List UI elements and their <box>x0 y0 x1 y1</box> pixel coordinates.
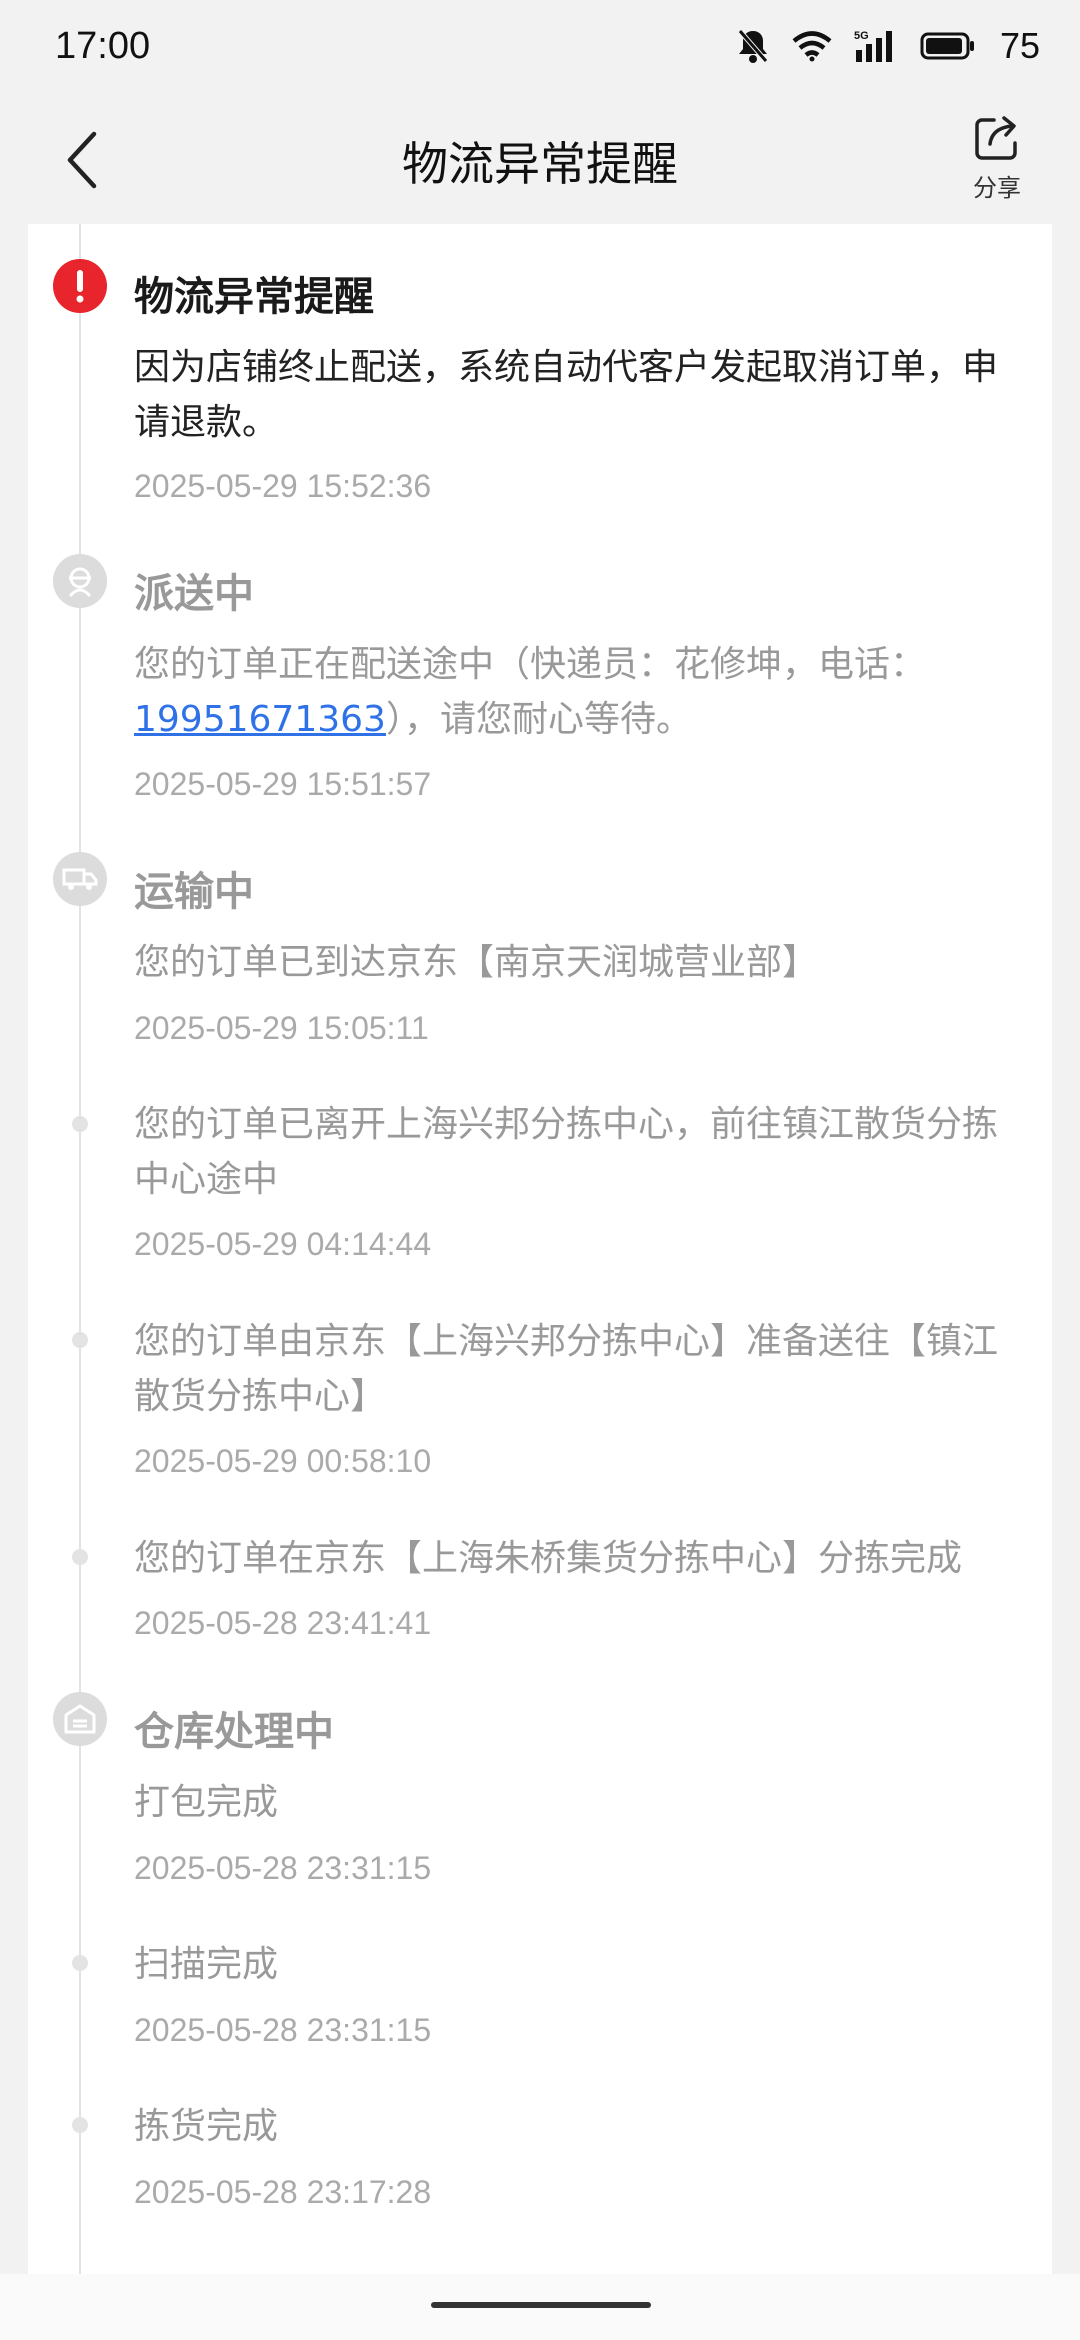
courier-icon <box>53 554 107 608</box>
battery-level: 75 <box>999 25 1040 66</box>
alert-icon <box>53 259 107 313</box>
entry-description: 您的订单正在配送途中（快递员：花修坤，电话： 19951671363），请您耐心等… <box>134 637 1024 747</box>
entry-description: 打包完成 <box>134 1782 279 1823</box>
entry-time: 2025-05-28 23:41:41 <box>134 1605 432 1641</box>
status-bar: 17:00 5G 75 <box>0 0 1080 92</box>
entry-time: 2025-05-29 15:52:36 <box>134 468 432 504</box>
timeline-dot <box>72 1955 88 1971</box>
entry-time: 2025-05-28 23:31:15 <box>134 1850 432 1886</box>
entry-time: 2025-05-29 15:51:57 <box>134 766 432 802</box>
entry-time: 2025-05-28 23:31:15 <box>134 2012 432 2048</box>
timeline-dot <box>72 1332 88 1348</box>
entry-description: 您的订单已到达京东【南京天润城营业部】 <box>134 942 819 983</box>
mute-icon <box>736 27 770 65</box>
entry-description: 您的订单在京东【上海朱桥集货分拣中心】分拣完成 <box>134 1538 963 1579</box>
entry-time: 2025-05-29 15:05:11 <box>134 1010 429 1046</box>
entry-description-prefix: 您的订单正在配送途中（快递员：花修坤，电话： <box>134 644 927 685</box>
timeline-dot <box>72 1549 88 1565</box>
entry-time: 2025-05-28 23:17:28 <box>134 2174 432 2210</box>
home-indicator[interactable] <box>431 2302 651 2308</box>
truck-icon <box>53 852 107 906</box>
entry-description: 拣货完成 <box>134 2106 279 2147</box>
timeline-dot <box>72 1116 88 1132</box>
battery-icon <box>920 31 976 61</box>
page-title: 物流异常提醒 <box>402 137 678 191</box>
status-time: 17:00 <box>55 24 151 67</box>
header: 物流异常提醒 分享 <box>0 100 1080 220</box>
courier-phone-link[interactable]: 19951671363 <box>134 699 386 740</box>
5g-signal-icon: 5G <box>854 28 898 64</box>
status-icons: 5G 75 <box>736 25 1040 67</box>
entry-title: 物流异常提醒 <box>134 274 374 320</box>
share-button[interactable]: 分享 <box>942 112 1052 212</box>
warehouse-icon <box>53 1692 107 1746</box>
logistics-timeline-card: 物流异常提醒 因为店铺终止配送，系统自动代客户发起取消订单，申请退款。 2025… <box>28 224 1052 2274</box>
entry-description: 您的订单由京东【上海兴邦分拣中心】准备送往【镇江散货分拣中心】 <box>134 1321 999 1417</box>
entry-time: 2025-05-29 00:58:10 <box>134 1443 432 1479</box>
entry-title: 运输中 <box>134 869 254 915</box>
timeline-dot <box>72 2117 88 2133</box>
share-icon <box>975 116 1017 160</box>
share-label: 分享 <box>973 174 1021 202</box>
entry-title: 派送中 <box>134 571 254 617</box>
svg-text:5G: 5G <box>854 30 869 42</box>
entry-description: 扫描完成 <box>134 1944 279 1985</box>
wifi-icon <box>792 30 832 62</box>
entry-title: 仓库处理中 <box>134 1709 334 1755</box>
entry-description-suffix: ），请您耐心等待。 <box>385 699 692 740</box>
entry-description: 您的订单已离开上海兴邦分拣中心，前往镇江散货分拣中心途中 <box>134 1104 999 1200</box>
entry-time: 2025-05-29 04:14:44 <box>134 1226 432 1262</box>
entry-description: 因为店铺终止配送，系统自动代客户发起取消订单，申请退款。 <box>134 347 999 443</box>
